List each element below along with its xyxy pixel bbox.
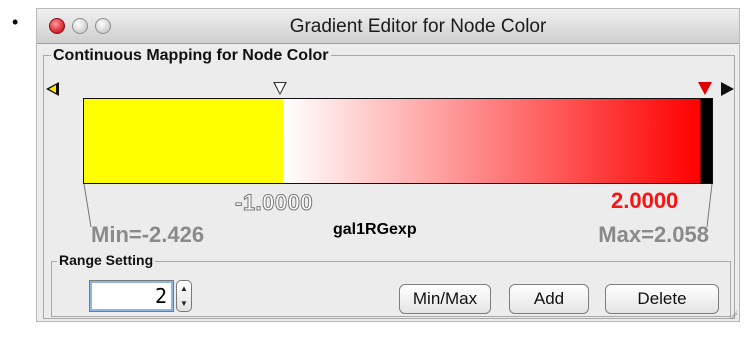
max-label: Max=2.058 bbox=[598, 222, 709, 247]
window-title: Gradient Editor for Node Color bbox=[289, 16, 547, 37]
title-bar: Gradient Editor for Node Color bbox=[37, 9, 739, 44]
gradient-editor-window: Gradient Editor for Node Color Continuou… bbox=[36, 8, 740, 322]
stepper-down-icon[interactable]: ▼ bbox=[180, 299, 188, 308]
left-point-value: -1.0000 bbox=[234, 190, 314, 216]
right-point-value: 2.0000 bbox=[611, 188, 679, 213]
triangle-right-icon[interactable] bbox=[721, 82, 734, 96]
delete-button[interactable]: Delete bbox=[605, 284, 719, 314]
bullet-dot: • bbox=[12, 12, 19, 32]
stepper-up-icon[interactable]: ▲ bbox=[180, 284, 188, 293]
attribute-name: gal1RGexp bbox=[333, 221, 417, 238]
stepper-arrows-icon[interactable]: ▲ ▼ bbox=[176, 280, 192, 312]
min-label: Min=-2.426 bbox=[91, 222, 205, 247]
minmax-button[interactable]: Min/Max bbox=[399, 284, 491, 314]
triangle-left-icon[interactable] bbox=[46, 82, 59, 96]
range-setting-legend: Range Setting bbox=[57, 252, 156, 268]
range-spinner-input[interactable] bbox=[89, 280, 174, 312]
add-button[interactable]: Add bbox=[509, 284, 589, 314]
resize-grip-icon[interactable] bbox=[727, 309, 737, 319]
gradient-bar[interactable] bbox=[83, 98, 713, 184]
triangle-down-white-icon[interactable] bbox=[273, 82, 287, 95]
triangle-down-red-icon[interactable] bbox=[698, 82, 712, 95]
continuous-mapping-legend: Continuous Mapping for Node Color bbox=[51, 47, 331, 65]
